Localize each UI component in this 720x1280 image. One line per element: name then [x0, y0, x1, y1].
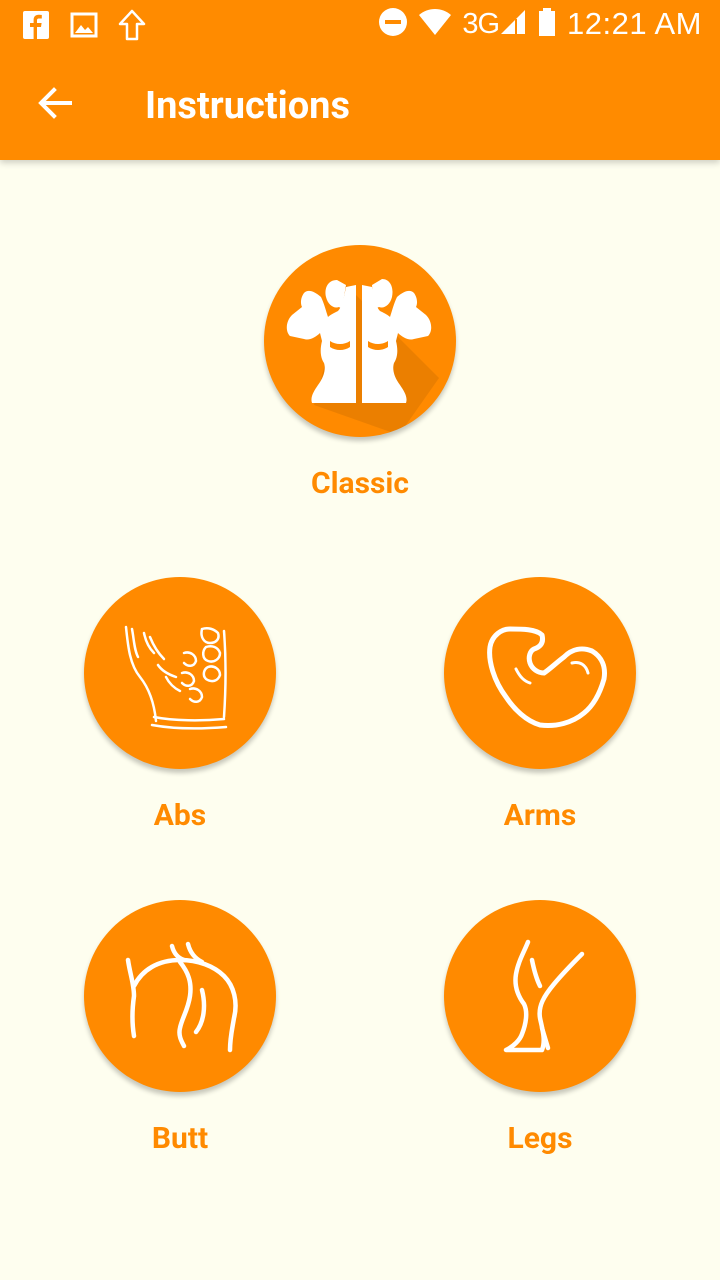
facebook-icon	[22, 10, 50, 44]
app-bar: 3G 12:21 AM Instructions	[0, 0, 720, 160]
category-classic[interactable]: Classic	[230, 245, 490, 501]
abs-icon	[124, 625, 228, 730]
category-label: Butt	[151, 1121, 209, 1156]
toolbar: Instructions	[0, 50, 720, 160]
back-button[interactable]	[22, 72, 88, 138]
page-title: Instructions	[145, 84, 350, 128]
network-type: 3G	[462, 7, 500, 40]
upload-icon	[118, 9, 146, 45]
biceps-icon	[487, 626, 607, 728]
signal-icon	[499, 8, 527, 40]
abs-button[interactable]	[84, 577, 276, 769]
butt-button[interactable]	[84, 900, 276, 1092]
category-label: Classic	[310, 466, 409, 501]
category-butt[interactable]: Butt	[50, 900, 310, 1156]
status-bar: 3G 12:21 AM	[0, 0, 720, 50]
category-arms[interactable]: Arms	[410, 577, 670, 833]
image-icon	[70, 11, 98, 43]
category-legs[interactable]: Legs	[410, 900, 670, 1156]
butt-icon	[125, 941, 238, 1053]
arrow-back-icon	[36, 84, 74, 126]
category-label: Abs	[153, 798, 207, 833]
dnd-icon	[378, 7, 408, 41]
battery-icon	[537, 7, 557, 41]
category-grid: Classic Abs Arms Butt Legs	[0, 160, 720, 1280]
category-label: Arms	[503, 798, 577, 833]
category-label: Legs	[507, 1121, 573, 1156]
clock: 12:21 AM	[567, 6, 702, 41]
category-abs[interactable]: Abs	[50, 577, 310, 833]
leg-icon	[503, 939, 585, 1053]
wifi-icon	[418, 8, 452, 40]
arms-button[interactable]	[444, 577, 636, 769]
bodybuilder-icon	[286, 279, 439, 435]
legs-button[interactable]	[444, 900, 636, 1092]
classic-button[interactable]	[264, 245, 456, 437]
